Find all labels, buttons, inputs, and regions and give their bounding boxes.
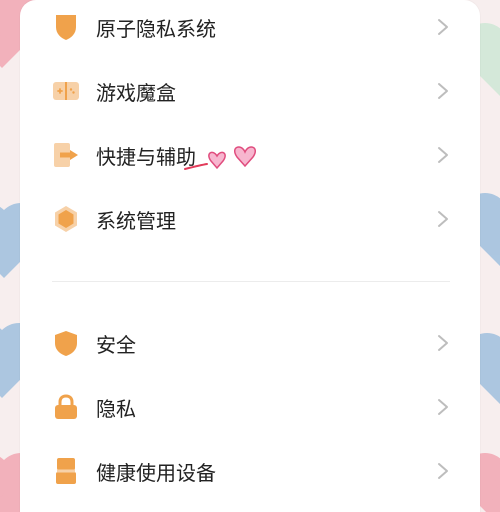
hexagon-icon: [52, 205, 80, 233]
settings-item-shortcuts-accessibility[interactable]: 快捷与辅助: [20, 123, 480, 187]
chevron-right-icon: [438, 399, 448, 415]
hourglass-icon: [52, 457, 80, 485]
settings-item-healthy-device-use[interactable]: 健康使用设备: [20, 439, 480, 503]
settings-item-label: 原子隐私系统: [96, 16, 216, 41]
settings-item-label: 游戏魔盒: [96, 80, 176, 105]
shield-partial-icon: [52, 13, 80, 41]
settings-item-label: 隐私: [96, 396, 136, 421]
settings-item-atomic-privacy[interactable]: 原子隐私系统: [20, 0, 480, 59]
settings-item-label: 健康使用设备: [96, 460, 216, 485]
shield-icon: [52, 329, 80, 357]
settings-item-privacy[interactable]: 隐私: [20, 375, 480, 439]
settings-card: 原子隐私系统 游戏魔盒 快捷与辅助 系统管理 安全 隐私 健康使用设备: [20, 0, 480, 512]
lock-icon: [52, 393, 80, 421]
chevron-right-icon: [438, 463, 448, 479]
settings-item-label: 系统管理: [96, 208, 176, 233]
chevron-right-icon: [438, 147, 448, 163]
shortcut-arrow-icon: [52, 141, 80, 169]
chevron-right-icon: [438, 335, 448, 351]
chevron-right-icon: [438, 83, 448, 99]
chevron-right-icon: [438, 211, 448, 227]
settings-item-game-box[interactable]: 游戏魔盒: [20, 59, 480, 123]
pink-hearts-doodle: [184, 146, 257, 170]
chevron-right-icon: [438, 19, 448, 35]
settings-item-label: 安全: [96, 332, 136, 357]
settings-item-security[interactable]: 安全: [20, 311, 480, 375]
game-box-icon: [52, 77, 80, 105]
settings-item-label: 快捷与辅助: [96, 144, 196, 169]
settings-item-system-management[interactable]: 系统管理: [20, 187, 480, 251]
section-divider: [52, 281, 450, 282]
